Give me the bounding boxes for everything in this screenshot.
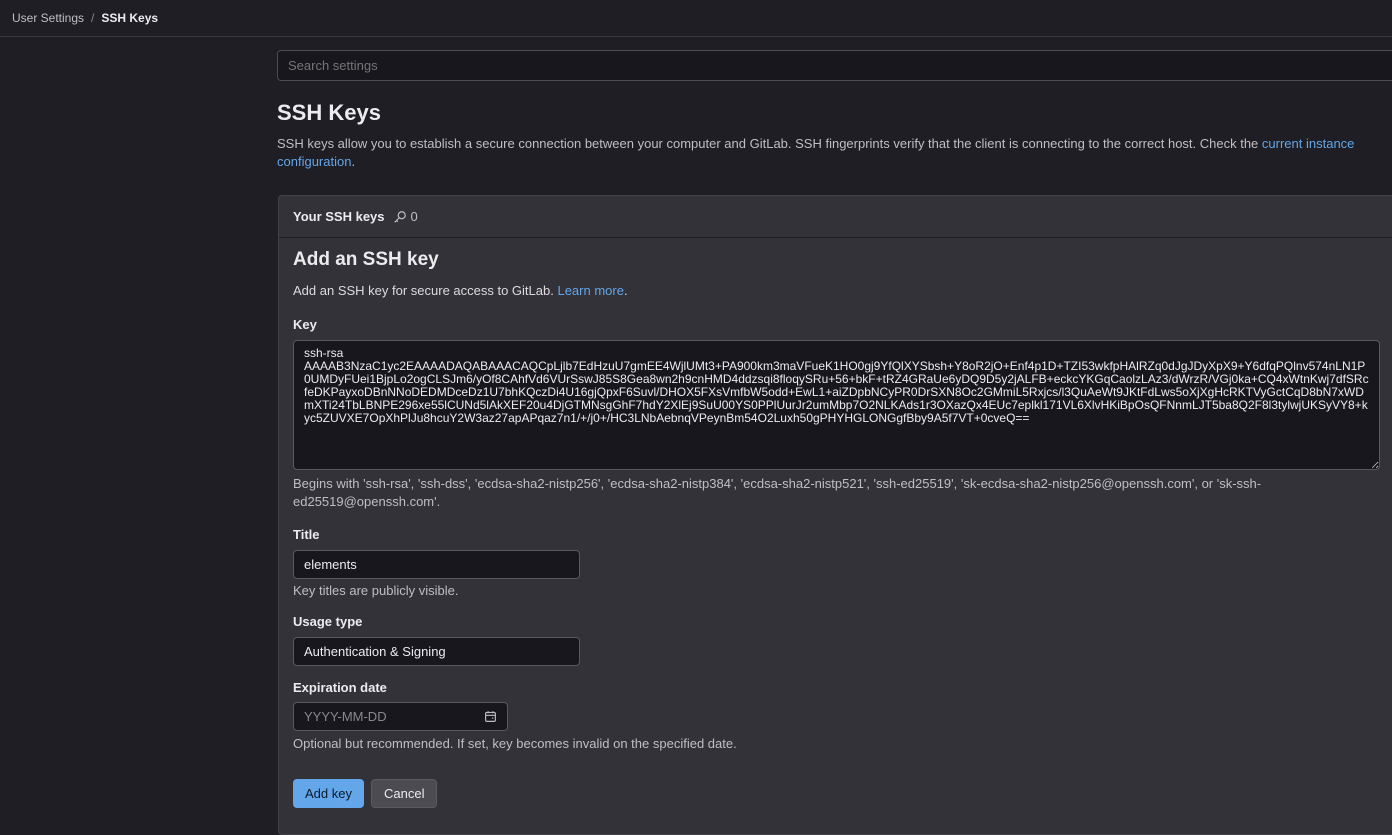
usage-type-label: Usage type bbox=[293, 614, 363, 629]
breadcrumb-separator: / bbox=[91, 11, 95, 25]
breadcrumb-current: SSH Keys bbox=[101, 11, 159, 25]
key-textarea[interactable]: ssh-rsa AAAAB3NzaC1yc2EAAAADAQABAAACAQCp… bbox=[293, 340, 1380, 470]
breadcrumb: User Settings / SSH Keys bbox=[0, 0, 1392, 37]
usage-type-select[interactable]: Authentication & Signing bbox=[293, 637, 580, 666]
expiration-date-input[interactable]: YYYY-MM-DD bbox=[293, 702, 508, 731]
description-text: SSH keys allow you to establish a secure… bbox=[277, 136, 1262, 151]
add-key-button[interactable]: Add key bbox=[293, 779, 364, 808]
key-label: Key bbox=[293, 317, 317, 332]
key-icon bbox=[393, 210, 406, 223]
key-help: Begins with 'ssh-rsa', 'ssh-dss', 'ecdsa… bbox=[293, 476, 1262, 509]
title-input[interactable]: elements bbox=[293, 550, 580, 579]
card-title: Your SSH keys bbox=[293, 209, 385, 224]
intro-text: Add an SSH key for secure access to GitL… bbox=[293, 283, 558, 298]
description-end: . bbox=[351, 154, 356, 169]
calendar-icon[interactable] bbox=[484, 710, 497, 723]
expiration-date-label: Expiration date bbox=[293, 680, 387, 695]
usage-type-value: Authentication & Signing bbox=[304, 644, 446, 659]
breadcrumb-user-settings[interactable]: User Settings bbox=[12, 11, 84, 25]
key-count-value: 0 bbox=[410, 209, 418, 224]
title-help: Key titles are publicly visible. bbox=[293, 583, 459, 598]
card-header: Your SSH keys 0 bbox=[279, 196, 1392, 238]
add-ssh-key-form: Add an SSH key Add an SSH key for secure… bbox=[279, 249, 1392, 808]
expiration-placeholder: YYYY-MM-DD bbox=[304, 709, 387, 724]
key-count: 0 bbox=[393, 209, 418, 224]
form-title: Add an SSH key bbox=[293, 249, 439, 270]
page-description: SSH keys allow you to establish a secure… bbox=[277, 135, 1392, 171]
expiration-help: Optional but recommended. If set, key be… bbox=[293, 736, 737, 751]
ssh-keys-card: Your SSH keys 0 Add an SSH key Add an SS… bbox=[278, 195, 1392, 835]
title-label: Title bbox=[293, 527, 320, 542]
learn-more-link[interactable]: Learn more bbox=[557, 283, 623, 298]
search-settings-input[interactable] bbox=[277, 50, 1392, 81]
form-actions: Add key Cancel bbox=[293, 779, 1392, 808]
cancel-button[interactable]: Cancel bbox=[370, 779, 438, 808]
title-value: elements bbox=[304, 557, 357, 572]
intro-end: . bbox=[623, 283, 628, 298]
form-intro: Add an SSH key for secure access to GitL… bbox=[293, 283, 1392, 298]
page-title: SSH Keys bbox=[277, 100, 381, 125]
